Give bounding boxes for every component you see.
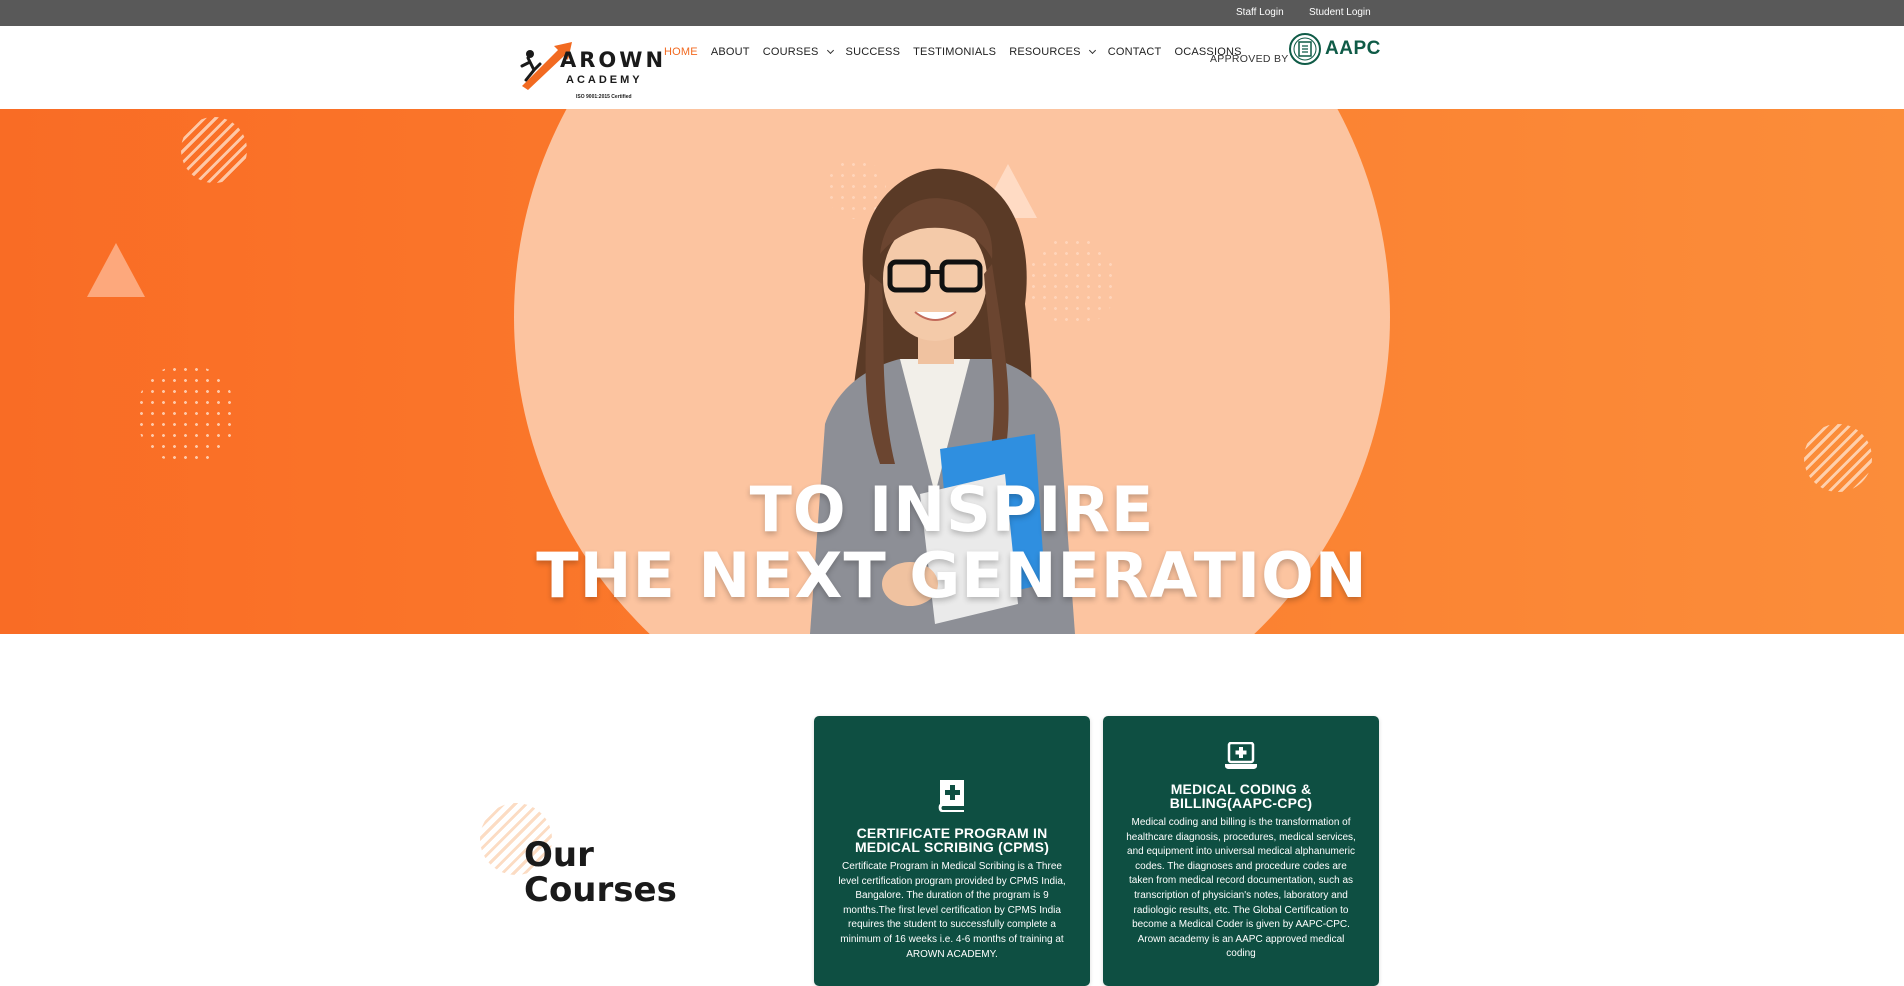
courses-heading-line-2: Courses	[524, 870, 677, 910]
course-title-medical-coding: MEDICAL CODING & BILLING(AAPC-CPC)	[1169, 781, 1313, 811]
nav-item-label: HOME	[664, 46, 698, 58]
hero-headline-line-2: THE NEXT GENERATION	[536, 539, 1368, 612]
nav-item-home[interactable]: HOME	[664, 46, 698, 58]
our-courses-heading: Our Courses	[524, 838, 677, 908]
nav-item-label: ABOUT	[710, 46, 750, 58]
medical-book-icon	[938, 780, 964, 812]
nav-item-success[interactable]: SUCCESS	[846, 46, 901, 58]
student-login-link[interactable]: Student Login	[1309, 7, 1371, 18]
aapc-emblem-icon	[1289, 33, 1321, 65]
nav-item-label: SUCCESS	[845, 46, 901, 58]
nav-item-label: TESTIMONIALS	[913, 46, 997, 58]
iso-certification-text: ISO 9001:2015 Certified	[576, 94, 632, 100]
hero-headline-line-1: TO INSPIRE	[749, 473, 1155, 546]
approved-by-label: APPROVED BY	[1210, 53, 1289, 65]
aapc-text: AAPC	[1325, 38, 1381, 59]
nav-item-about[interactable]: ABOUT	[711, 46, 750, 58]
course-description-medical-coding: Medical coding and billing is the transf…	[1126, 817, 1356, 960]
course-description-cpms: Certificate Program in Medical Scribing …	[838, 861, 1066, 960]
nav-item-label: RESOURCES	[1009, 46, 1081, 58]
chevron-down-icon	[1088, 46, 1096, 55]
course-title-cpms: CERTIFICATE PROGRAM IN MEDICAL SCRIBING …	[854, 825, 1050, 855]
course-card-cpms[interactable]: CERTIFICATE PROGRAM IN MEDICAL SCRIBING …	[814, 716, 1090, 986]
decor-triangle	[87, 243, 145, 297]
top-bar: Staff Login Student Login	[0, 0, 1904, 26]
course-card-medical-coding[interactable]: MEDICAL CODING & BILLING(AAPC-CPC) Medic…	[1103, 716, 1379, 986]
logo-line-1: AROWN	[560, 48, 667, 72]
decor-striped-circle	[181, 117, 247, 183]
hero-banner: TO INSPIRE THE NEXT GENERATION	[0, 109, 1904, 634]
nav-item-contact[interactable]: CONTACT	[1108, 46, 1162, 58]
courses-heading-line-1: Our	[524, 835, 594, 875]
nav-item-courses[interactable]: COURSES	[762, 46, 834, 58]
medical-laptop-icon	[1225, 742, 1257, 769]
nav-item-resources[interactable]: RESOURCES	[1009, 46, 1096, 58]
decor-dot-pattern	[136, 364, 236, 464]
nav-item-label: COURSES	[762, 46, 819, 58]
staff-login-link[interactable]: Staff Login	[1236, 7, 1284, 18]
nav-item-testimonials[interactable]: TESTIMONIALS	[913, 46, 996, 58]
aapc-logo[interactable]: AAPC	[1288, 32, 1381, 66]
chevron-down-icon	[826, 46, 834, 55]
main-navigation: HOME ABOUT COURSES SUCCESS TESTIMONIALS RESOU…	[664, 46, 1255, 58]
arown-academy-logo[interactable]: AROWN ACADEMY ISO 9001:2015 Certified	[518, 32, 663, 104]
nav-item-label: CONTACT	[1107, 46, 1162, 58]
site-header: AROWN ACADEMY ISO 9001:2015 Certified HO…	[0, 26, 1904, 109]
logo-line-2: ACADEMY	[566, 74, 643, 86]
